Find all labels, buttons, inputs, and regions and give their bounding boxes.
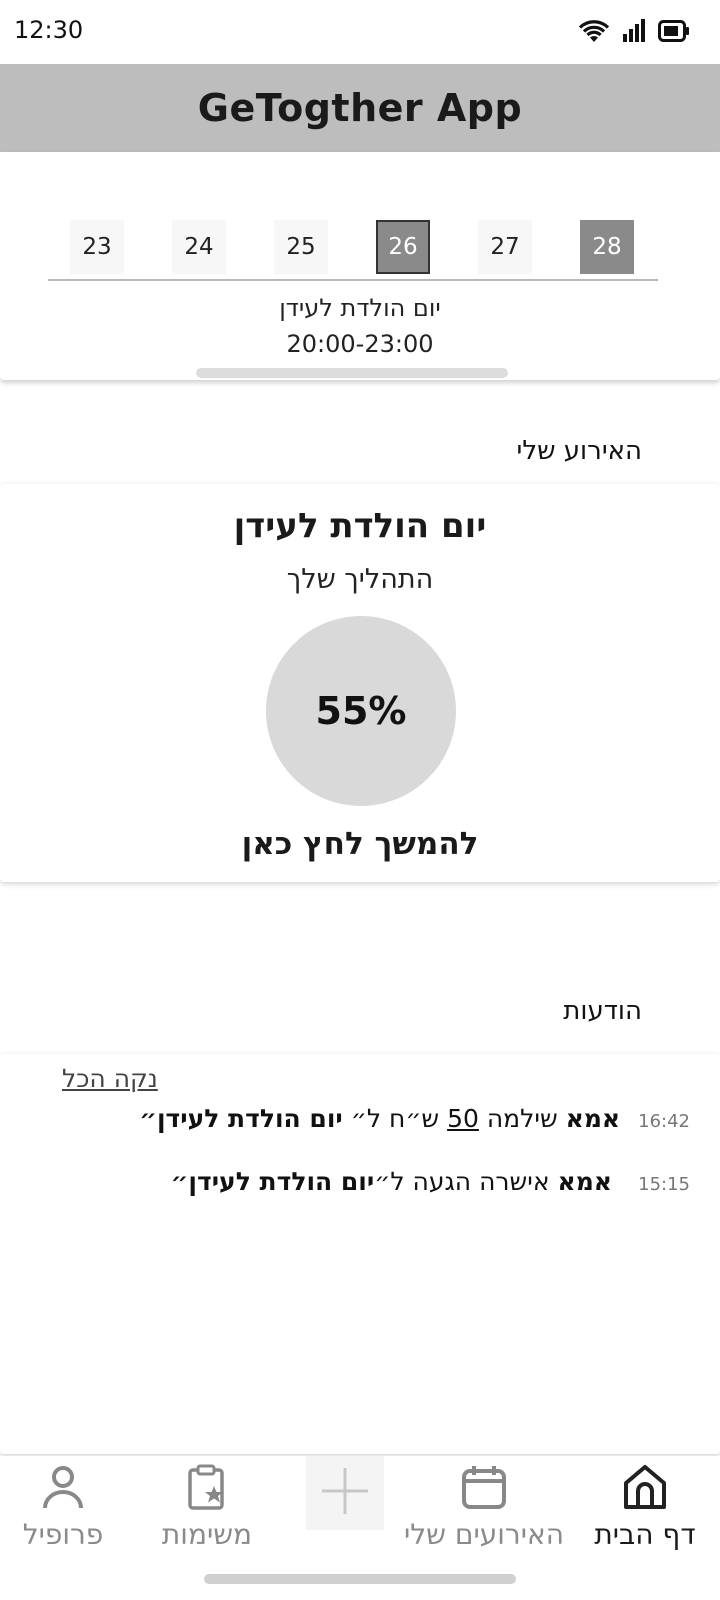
battery-icon [658,20,690,46]
day-26-selected[interactable]: 26 [376,220,430,274]
calendar-icon [459,1462,509,1512]
wifi-icon [578,18,610,48]
progress-value: 55% [315,689,407,733]
nav-home-label: דף הבית [594,1518,696,1551]
notification-amount: 50 [447,1104,479,1133]
calendar-strip[interactable]: 23 24 25 26 27 28 יום הולדת לעידן 20:00-… [0,152,720,380]
nav-home[interactable]: דף הבית [570,1456,720,1566]
calendar-divider [48,279,658,281]
calendar-event-time: 20:00-23:00 [286,330,434,358]
notification-text-part: ״ [170,1167,189,1196]
app-title: GeTogther App [197,86,523,130]
nav-profile[interactable]: פרופיל [0,1456,138,1566]
status-time: 12:30 [14,16,84,44]
progress-circle: 55% [266,616,456,806]
notification-text: אמא שילמה 50 ש״ח ל״ יום הולדת לעידן״ [139,1104,620,1133]
profile-icon [38,1462,88,1512]
notification-time: 15:15 [638,1174,690,1195]
status-icons [578,18,690,48]
notifications-heading: הודעות [563,996,642,1026]
signal-icon [622,19,646,47]
notification-actor: אמא [565,1104,621,1133]
tasks-clipboard-icon [182,1462,232,1512]
notification-text-part: שילמה [478,1104,566,1133]
my-event-heading: האירוע שלי [516,436,643,466]
notification-event: יום הולדת לעידן [156,1104,343,1133]
notification-actor: אמא [557,1167,613,1196]
home-indicator[interactable] [204,1574,516,1584]
clear-all-button[interactable]: נקה הכל [62,1064,158,1093]
notification-text: אמא אישרה הגעה ל״יום הולדת לעידן״ [150,1167,612,1196]
notification-text-part: ש״ח ל״ [342,1104,448,1133]
progress-label: התהליך שלך [286,564,434,595]
continue-link[interactable]: להמשך לחץ כאן [0,826,720,862]
day-24[interactable]: 24 [172,220,226,274]
notification-time: 16:42 [638,1111,690,1132]
day-23[interactable]: 23 [70,220,124,274]
event-name: יום הולדת לעידן [233,506,487,546]
notification-event: יום הולדת לעידן [188,1167,375,1196]
nav-my-events[interactable]: האירועים שלי [404,1456,564,1566]
add-button[interactable] [306,1456,384,1530]
app-header: GeTogther App [0,64,720,152]
notification-text-part: אישרה הגעה ל״ [374,1167,558,1196]
notification-text-part: ״ [139,1104,157,1133]
calendar-event-title[interactable]: יום הולדת לעידן [0,294,720,322]
day-25[interactable]: 25 [274,220,328,274]
nav-tasks[interactable]: משימות [132,1456,282,1566]
status-bar: 12:30 [0,0,720,64]
my-event-card[interactable]: יום הולדת לעידן התהליך שלך 55% להמשך לחץ… [0,484,720,882]
nav-profile-label: פרופיל [22,1518,104,1551]
calendar-scrollbar[interactable] [196,368,508,378]
home-icon [620,1462,670,1512]
notification-item[interactable]: 15:15 אמא אישרה הגעה ל״יום הולדת לעידן״ [150,1167,690,1196]
notification-item[interactable]: 16:42 אמא שילמה 50 ש״ח ל״ יום הולדת לעיד… [139,1104,690,1133]
nav-tasks-label: משימות [161,1518,253,1551]
notifications-card: נקה הכל 16:42 אמא שילמה 50 ש״ח ל״ יום הו… [0,1054,720,1454]
add-icon [319,1465,371,1521]
day-27[interactable]: 27 [478,220,532,274]
nav-my-events-label: האירועים שלי [404,1518,564,1551]
day-28-marked[interactable]: 28 [580,220,634,274]
